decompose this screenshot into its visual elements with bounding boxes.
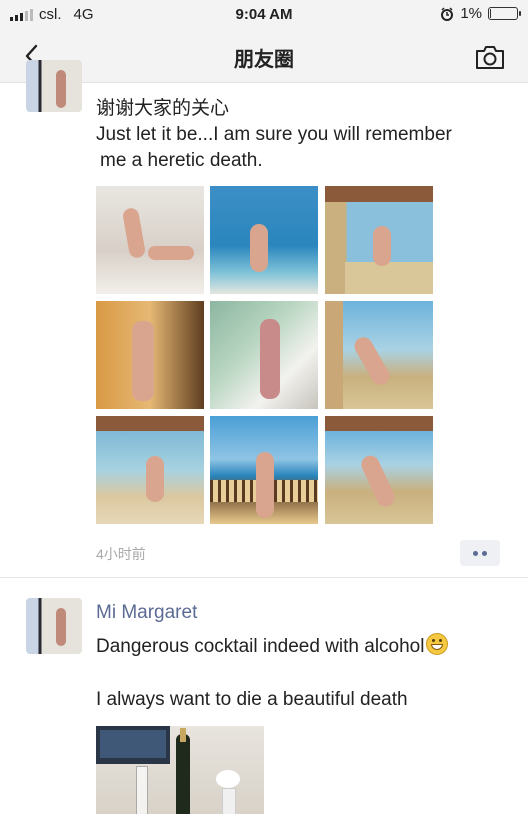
post-text-line: Just let it be...I am sure you will reme… (96, 124, 452, 145)
post-text-line: me a heretic death. (100, 150, 263, 171)
post-timestamp: 4小时前 (96, 546, 146, 562)
status-right: 1% (440, 5, 521, 22)
status-bar: csl. 4G 9:04 AM 1% (0, 0, 528, 30)
photo-thumbnail[interactable] (325, 301, 433, 409)
post-text: Dangerous cocktail indeed with alcohol (96, 636, 425, 657)
author-name[interactable]: Mi Margaret (96, 602, 197, 624)
photo-thumbnail[interactable] (210, 416, 318, 524)
avatar[interactable] (26, 60, 82, 112)
battery-percent: 1% (460, 5, 482, 22)
photo-thumbnail[interactable] (96, 186, 204, 294)
photo-thumbnail[interactable] (96, 301, 204, 409)
post-photo[interactable] (96, 726, 264, 814)
post-divider (0, 577, 528, 578)
post-text-line: Dangerous cocktail indeed with alcohol (96, 633, 449, 660)
photo-grid (96, 186, 434, 526)
alarm-icon (441, 6, 454, 21)
post-text-line: 谢谢大家的关心 (96, 98, 230, 119)
photo-thumbnail[interactable] (325, 416, 433, 524)
photo-thumbnail[interactable] (210, 301, 318, 409)
photo-thumbnail[interactable] (325, 186, 433, 294)
photo-thumbnail[interactable] (96, 416, 204, 524)
more-dots-icon[interactable] (460, 540, 500, 566)
grinning-face-emoji (426, 633, 449, 655)
battery-icon (488, 7, 521, 20)
photo-thumbnail[interactable] (210, 186, 318, 294)
camera-icon[interactable] (474, 42, 506, 72)
post-text-line: I always want to die a beautiful death (96, 689, 408, 710)
avatar[interactable] (26, 598, 82, 654)
